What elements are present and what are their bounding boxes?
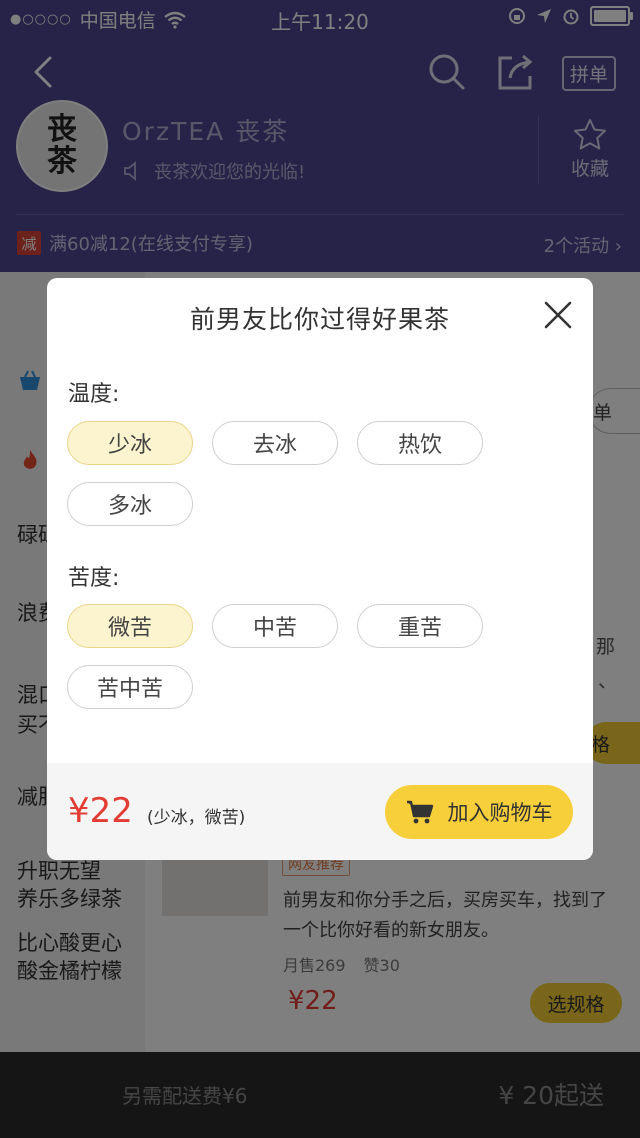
close-icon[interactable] bbox=[541, 298, 575, 332]
option-medium-bitter[interactable]: 中苦 bbox=[212, 604, 338, 648]
dialog-title: 前男友比你过得好果茶 bbox=[189, 305, 450, 334]
option-slightly-bitter[interactable]: 微苦 bbox=[67, 604, 193, 648]
cart-icon bbox=[406, 800, 433, 824]
add-to-cart-button[interactable]: 加入购物车 bbox=[385, 785, 573, 839]
option-no-ice[interactable]: 去冰 bbox=[212, 421, 338, 465]
selected-spec: (少冰，微苦) bbox=[147, 808, 246, 828]
option-less-ice[interactable]: 少冰 bbox=[67, 421, 193, 465]
option-bitter-of-bitter[interactable]: 苦中苦 bbox=[67, 665, 193, 709]
bitterness-label: 苦度: bbox=[68, 566, 120, 591]
option-hot[interactable]: 热饮 bbox=[357, 421, 483, 465]
option-very-bitter[interactable]: 重苦 bbox=[357, 604, 483, 648]
dialog-footer: ¥22 (少冰，微苦) 加入购物车 bbox=[47, 763, 593, 860]
temperature-label: 温度: bbox=[68, 382, 120, 407]
spec-dialog: 前男友比你过得好果茶 温度: 少冰 去冰 热饮 多冰 苦度: 微苦 中苦 重苦 … bbox=[47, 278, 593, 860]
add-to-cart-label: 加入购物车 bbox=[447, 801, 553, 825]
selected-price: ¥22 bbox=[68, 791, 133, 831]
option-more-ice[interactable]: 多冰 bbox=[67, 482, 193, 526]
